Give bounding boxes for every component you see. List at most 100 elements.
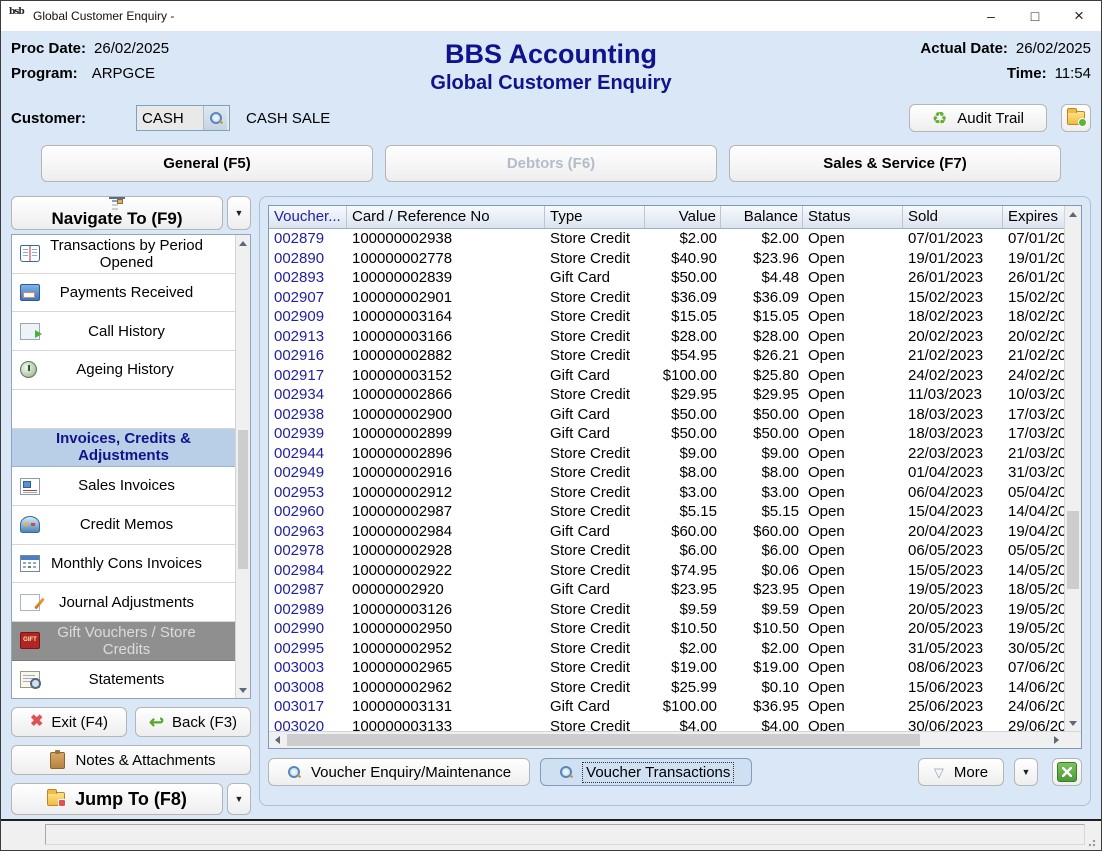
audit-trail-button[interactable]: ♻ Audit Trail	[909, 104, 1047, 132]
export-excel-button[interactable]	[1052, 758, 1082, 786]
table-row[interactable]: 002913100000003166Store Credit$28.00$28.…	[269, 327, 1064, 347]
cell-voucher[interactable]: 002944	[269, 444, 347, 464]
sidebar-item-ageing-history[interactable]: Ageing History	[12, 351, 235, 390]
cell-voucher[interactable]: 002916	[269, 346, 347, 366]
sidebar-item-credit-memos[interactable]: Credit Memos	[12, 506, 235, 545]
jump-to-button[interactable]: Jump To (F8)	[11, 783, 223, 815]
cell-voucher[interactable]: 003008	[269, 678, 347, 698]
cell-voucher[interactable]: 002995	[269, 639, 347, 659]
navigate-dropdown-button[interactable]: ▼	[227, 196, 251, 230]
cell-voucher[interactable]: 002917	[269, 366, 347, 386]
scroll-down-icon[interactable]	[236, 682, 250, 698]
col-value[interactable]: Value	[645, 206, 721, 228]
cell-voucher[interactable]: 002907	[269, 288, 347, 308]
cell-voucher[interactable]: 002989	[269, 600, 347, 620]
sidebar-item-call-history[interactable]: Call History	[12, 312, 235, 351]
voucher-enquiry-button[interactable]: Voucher Enquiry/Maintenance	[268, 758, 530, 786]
table-row[interactable]: 002938100000002900Gift Card$50.00$50.00O…	[269, 405, 1064, 425]
cell-voucher[interactable]: 003020	[269, 717, 347, 732]
col-status[interactable]: Status	[803, 206, 903, 228]
scroll-left-icon[interactable]	[269, 736, 285, 744]
sidebar-scroll-thumb[interactable]	[238, 430, 248, 569]
cell-voucher[interactable]: 002949	[269, 463, 347, 483]
attachments-folder-button[interactable]	[1061, 104, 1091, 132]
cell-voucher[interactable]: 002960	[269, 502, 347, 522]
table-row[interactable]: 002890100000002778Store Credit$40.90$23.…	[269, 249, 1064, 269]
table-vertical-scrollbar[interactable]	[1064, 206, 1081, 731]
cell-voucher[interactable]: 002893	[269, 268, 347, 288]
close-icon[interactable]: ×	[1057, 1, 1101, 31]
table-row[interactable]: 002990100000002950Store Credit$10.50$10.…	[269, 619, 1064, 639]
maximize-icon[interactable]: □	[1013, 1, 1057, 31]
table-row[interactable]: 002984100000002922Store Credit$74.95$0.0…	[269, 561, 1064, 581]
table-row[interactable]: 002916100000002882Store Credit$54.95$26.…	[269, 346, 1064, 366]
sidebar-item-journal-adjustments[interactable]: Journal Adjustments	[12, 583, 235, 622]
sidebar-item-monthly-cons-invoices[interactable]: Monthly Cons Invoices	[12, 545, 235, 584]
table-row[interactable]: 002879100000002938Store Credit$2.00$2.00…	[269, 229, 1064, 249]
table-row[interactable]: 002949100000002916Store Credit$8.00$8.00…	[269, 463, 1064, 483]
exit-button[interactable]: ✖ Exit (F4)	[11, 707, 127, 737]
customer-input[interactable]	[137, 110, 203, 127]
cell-voucher[interactable]: 003003	[269, 658, 347, 678]
cell-voucher[interactable]: 002984	[269, 561, 347, 581]
scroll-down-icon[interactable]	[1065, 715, 1081, 731]
table-row[interactable]: 002989100000003126Store Credit$9.59$9.59…	[269, 600, 1064, 620]
table-row[interactable]: 002978100000002928Store Credit$6.00$6.00…	[269, 541, 1064, 561]
cell-voucher[interactable]: 002963	[269, 522, 347, 542]
table-hscroll-thumb[interactable]	[287, 734, 920, 746]
voucher-transactions-button[interactable]: Voucher Transactions	[540, 758, 752, 786]
cell-voucher[interactable]: 002890	[269, 249, 347, 269]
table-row[interactable]: 00298700000002920Gift Card$23.95$23.95Op…	[269, 580, 1064, 600]
table-horizontal-scrollbar[interactable]	[269, 731, 1081, 748]
tab-sales-service[interactable]: Sales & Service (F7)	[729, 145, 1061, 182]
tab-general[interactable]: General (F5)	[41, 145, 373, 182]
notes-attachments-button[interactable]: Notes & Attachments	[11, 745, 251, 775]
table-row[interactable]: 002893100000002839Gift Card$50.00$4.48Op…	[269, 268, 1064, 288]
more-dropdown-button[interactable]: ▼	[1014, 758, 1038, 786]
col-balance[interactable]: Balance	[721, 206, 803, 228]
cell-voucher[interactable]: 002978	[269, 541, 347, 561]
col-expires[interactable]: Expires	[1003, 206, 1064, 228]
table-row[interactable]: 003003100000002965Store Credit$19.00$19.…	[269, 658, 1064, 678]
table-row[interactable]: 002934100000002866Store Credit$29.95$29.…	[269, 385, 1064, 405]
sidebar-scrollbar[interactable]	[235, 235, 250, 698]
cell-voucher[interactable]: 002934	[269, 385, 347, 405]
scroll-up-icon[interactable]	[1065, 206, 1081, 222]
sidebar-item-transactions-by-period-opened[interactable]: Transactions by Period Opened	[12, 235, 235, 274]
sidebar-item-payments-received[interactable]: Payments Received	[12, 274, 235, 313]
table-row[interactable]: 002909100000003164Store Credit$15.05$15.…	[269, 307, 1064, 327]
table-row[interactable]: 002953100000002912Store Credit$3.00$3.00…	[269, 483, 1064, 503]
minimize-icon[interactable]: –	[969, 1, 1013, 31]
cell-voucher[interactable]: 002990	[269, 619, 347, 639]
col-voucher[interactable]: Voucher...	[269, 206, 347, 228]
more-button[interactable]: ▽ More	[918, 758, 1004, 786]
scroll-right-icon[interactable]	[1048, 736, 1064, 744]
sidebar-item-gift-vouchers-store-credits[interactable]: Gift Vouchers / Store Credits	[12, 622, 235, 661]
navigate-to-button[interactable]: Navigate To (F9)	[11, 196, 223, 230]
cell-voucher[interactable]: 002939	[269, 424, 347, 444]
col-sold[interactable]: Sold	[903, 206, 1003, 228]
table-row[interactable]: 002995100000002952Store Credit$2.00$2.00…	[269, 639, 1064, 659]
table-row[interactable]: 003017100000003131Gift Card$100.00$36.95…	[269, 697, 1064, 717]
sidebar-item-statements[interactable]: Statements	[12, 661, 235, 699]
table-row[interactable]: 002960100000002987Store Credit$5.15$5.15…	[269, 502, 1064, 522]
table-row[interactable]: 002917100000003152Gift Card$100.00$25.80…	[269, 366, 1064, 386]
sidebar-item-sales-invoices[interactable]: Sales Invoices	[12, 467, 235, 506]
table-vscroll-thumb[interactable]	[1067, 511, 1079, 590]
table-row[interactable]: 003020100000003133Store Credit$4.00$4.00…	[269, 717, 1064, 732]
table-row[interactable]: 002939100000002899Gift Card$50.00$50.00O…	[269, 424, 1064, 444]
cell-voucher[interactable]: 003017	[269, 697, 347, 717]
resize-grip-icon[interactable]	[1088, 837, 1098, 847]
table-row[interactable]: 002907100000002901Store Credit$36.09$36.…	[269, 288, 1064, 308]
col-card-reference[interactable]: Card / Reference No	[347, 206, 545, 228]
scroll-up-icon[interactable]	[236, 235, 250, 251]
customer-search-button[interactable]	[203, 106, 227, 130]
cell-voucher[interactable]: 002938	[269, 405, 347, 425]
back-button[interactable]: ↩ Back (F3)	[135, 707, 251, 737]
table-row[interactable]: 003008100000002962Store Credit$25.99$0.1…	[269, 678, 1064, 698]
table-row[interactable]: 002944100000002896Store Credit$9.00$9.00…	[269, 444, 1064, 464]
cell-voucher[interactable]: 002953	[269, 483, 347, 503]
jump-dropdown-button[interactable]: ▼	[227, 783, 251, 815]
cell-voucher[interactable]: 002987	[269, 580, 347, 600]
cell-voucher[interactable]: 002909	[269, 307, 347, 327]
